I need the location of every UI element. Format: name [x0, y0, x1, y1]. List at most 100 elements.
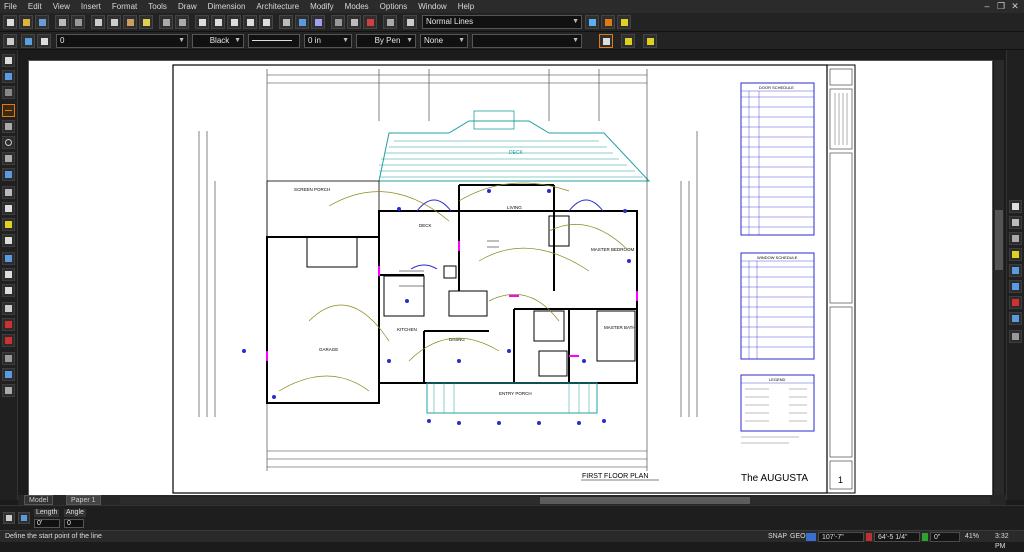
pan-tool-icon[interactable]: [1009, 216, 1022, 229]
notes-icon[interactable]: [617, 15, 631, 29]
symbol-library-icon[interactable]: [2, 384, 15, 397]
zoom-in-icon[interactable]: [195, 15, 209, 29]
grid-icon[interactable]: [2, 352, 15, 365]
zoom-window-icon[interactable]: [227, 15, 241, 29]
pan-icon[interactable]: [259, 15, 273, 29]
tab-paper-1[interactable]: Paper 1: [66, 495, 101, 505]
redo-icon[interactable]: [175, 15, 189, 29]
render-mode-icon[interactable]: [1009, 330, 1022, 343]
restore-icon[interactable]: ❐: [994, 0, 1008, 13]
view-top-icon[interactable]: [1009, 280, 1022, 293]
line-style-select[interactable]: Normal Lines ▼: [422, 15, 582, 29]
z-coordinate[interactable]: 0": [930, 532, 960, 542]
hatch-tool-icon[interactable]: [2, 234, 15, 247]
red-symbol-icon[interactable]: [2, 334, 15, 347]
y-coordinate[interactable]: 64'-5 1/4": [874, 532, 920, 542]
select-arrow-icon[interactable]: [2, 54, 15, 67]
length-input[interactable]: 0': [34, 519, 60, 528]
tab-model[interactable]: Model: [24, 495, 54, 505]
color-select[interactable]: Black ▼: [192, 34, 244, 48]
help-pointer-icon[interactable]: [585, 15, 599, 29]
dimension-tool-icon[interactable]: [2, 218, 15, 231]
line-pattern-select[interactable]: [248, 34, 300, 48]
cut-icon[interactable]: [91, 15, 105, 29]
layer-manager-icon[interactable]: [21, 34, 35, 48]
window-tool-icon[interactable]: [2, 284, 15, 297]
menu-help[interactable]: Help: [458, 2, 474, 11]
minimize-icon[interactable]: –: [980, 0, 994, 13]
undo-icon[interactable]: [159, 15, 173, 29]
pencil-icon[interactable]: [2, 86, 15, 99]
fill-select[interactable]: None ▼: [420, 34, 468, 48]
triangle-icon[interactable]: [2, 186, 15, 199]
inspector-icon[interactable]: [643, 34, 657, 48]
camera-icon[interactable]: [1009, 232, 1022, 245]
print-preview-icon[interactable]: [71, 15, 85, 29]
circle-icon[interactable]: [2, 136, 15, 149]
zoom-out-icon[interactable]: [211, 15, 225, 29]
render-icon[interactable]: [295, 15, 309, 29]
pattern-select[interactable]: ▼: [472, 34, 582, 48]
gear-icon[interactable]: [3, 34, 17, 48]
info-icon[interactable]: [601, 15, 615, 29]
menu-format[interactable]: Format: [112, 2, 137, 11]
edit-tool-icon[interactable]: [2, 70, 15, 83]
layer-select[interactable]: 0 ▼: [56, 34, 188, 48]
menu-architecture[interactable]: Architecture: [256, 2, 299, 11]
cube-view-icon[interactable]: [1009, 248, 1022, 261]
vertical-scroll-thumb[interactable]: [995, 210, 1003, 270]
view-side-icon[interactable]: [1009, 312, 1022, 325]
wall-tool-icon[interactable]: [2, 252, 15, 265]
copy-icon[interactable]: [107, 15, 121, 29]
polyline-icon[interactable]: [2, 120, 15, 133]
menu-modes[interactable]: Modes: [345, 2, 369, 11]
view-iso-icon[interactable]: [1009, 296, 1022, 309]
text-tool-icon[interactable]: [2, 202, 15, 215]
menu-view[interactable]: View: [53, 2, 70, 11]
view-front-icon[interactable]: [1009, 264, 1022, 277]
menu-insert[interactable]: Insert: [81, 2, 101, 11]
material-icon[interactable]: [363, 15, 377, 29]
door-tool-icon[interactable]: [2, 268, 15, 281]
close-panel-icon[interactable]: [3, 512, 15, 524]
drawing-canvas[interactable]: DECK SCREEN PORCH GARAGE ENTRY PORCH LIV…: [28, 60, 993, 497]
arc-icon[interactable]: [2, 152, 15, 165]
layer-visibility-icon[interactable]: [37, 34, 51, 48]
menu-tools[interactable]: Tools: [148, 2, 167, 11]
layers-icon[interactable]: [403, 15, 417, 29]
orbit-icon[interactable]: [311, 15, 325, 29]
eraser-icon[interactable]: [2, 302, 15, 315]
menu-options[interactable]: Options: [380, 2, 408, 11]
close-icon[interactable]: ✕: [1008, 0, 1022, 13]
save-icon[interactable]: [35, 15, 49, 29]
view-icon[interactable]: [279, 15, 293, 29]
shaded-icon[interactable]: [347, 15, 361, 29]
format-painter-icon[interactable]: [139, 15, 153, 29]
line-tool-icon[interactable]: [2, 104, 15, 117]
blue-tool-icon[interactable]: [2, 368, 15, 381]
new-file-icon[interactable]: [3, 15, 17, 29]
thickness-select[interactable]: 0 in ▼: [304, 34, 352, 48]
horizontal-scroll-thumb[interactable]: [540, 497, 750, 504]
print-icon[interactable]: [55, 15, 69, 29]
zoom-extents-icon[interactable]: [243, 15, 257, 29]
angle-input[interactable]: 0: [64, 519, 84, 528]
open-folder-icon[interactable]: [19, 15, 33, 29]
x-coordinate[interactable]: 107'-7": [818, 532, 864, 542]
wireframe-icon[interactable]: [331, 15, 345, 29]
menu-dimension[interactable]: Dimension: [208, 2, 246, 11]
menu-window[interactable]: Window: [418, 2, 446, 11]
menu-modify[interactable]: Modify: [310, 2, 334, 11]
menu-file[interactable]: File: [4, 2, 17, 11]
paste-icon[interactable]: [123, 15, 137, 29]
horizontal-scrollbar[interactable]: [120, 497, 990, 504]
zoom-tool-icon[interactable]: [1009, 200, 1022, 213]
properties-icon[interactable]: [383, 15, 397, 29]
object-properties-icon[interactable]: [599, 34, 613, 48]
selection-info-icon[interactable]: [621, 34, 635, 48]
point-icon[interactable]: [2, 168, 15, 181]
menu-draw[interactable]: Draw: [178, 2, 197, 11]
vertical-scrollbar[interactable]: [994, 60, 1004, 497]
red-tool-icon[interactable]: [2, 318, 15, 331]
menu-edit[interactable]: Edit: [28, 2, 42, 11]
